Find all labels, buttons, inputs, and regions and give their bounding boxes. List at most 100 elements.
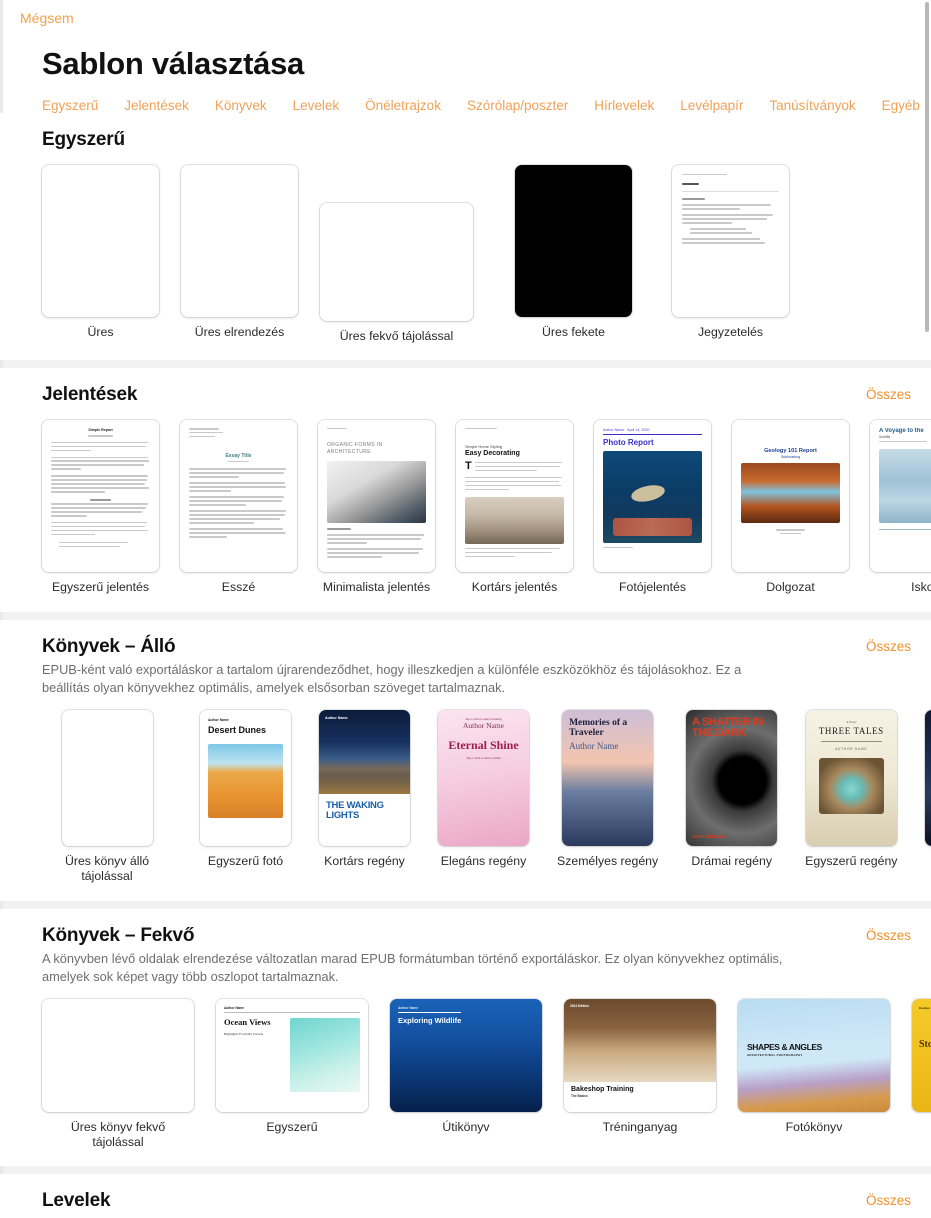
template-item-jegyzeteles[interactable]: Jegyzetelés: [672, 165, 789, 340]
template-label: Üres könyv álló tájolással: [64, 853, 150, 884]
toolbar: Mégsem: [0, 0, 931, 40]
template-thumbnail[interactable]: 2024 Edition Bakeshop Training The Basic…: [564, 998, 716, 1112]
vertical-scrollbar[interactable]: [925, 0, 930, 1218]
tab-hirlevelek[interactable]: Hírlevelek: [594, 98, 654, 113]
cover-author: Author Name: [208, 717, 229, 722]
template-thumbnail[interactable]: Author Name Desert Dunes: [200, 709, 291, 846]
template-thumbnail[interactable]: Tap or click to add a heading Author Nam…: [438, 709, 529, 846]
template-thumbnail[interactable]: SHAPES & ANGLES ARCHITECTURAL PHOTOGRAPH…: [738, 998, 890, 1112]
see-all-button[interactable]: Összes: [866, 384, 911, 402]
template-thumbnail[interactable]: [42, 165, 159, 317]
template-item-treninganyag[interactable]: 2024 Edition Bakeshop Training The Basic…: [564, 998, 716, 1135]
template-thumbnail[interactable]: [672, 165, 789, 317]
template-item-egyszeru-jelentes[interactable]: Simple Report Egyszerű jelentés: [42, 420, 159, 595]
template-thumbnail[interactable]: Author Name Ocean Views Highlights From …: [216, 998, 368, 1112]
section-divider: [0, 360, 931, 369]
template-label: Jegyzetelés: [698, 325, 763, 339]
template-label: Elegáns regény: [440, 853, 527, 868]
see-all-button[interactable]: Összes: [866, 636, 911, 654]
template-item-ures[interactable]: Üres: [42, 165, 159, 340]
template-thumbnail[interactable]: ORGANIC FORMS IN ARCHITECTURE: [318, 420, 435, 573]
template-item-szemelyes-regeny[interactable]: Memories of a Traveler Author Name Szemé…: [557, 709, 658, 869]
cover-title: Photo Report: [603, 438, 654, 448]
cover-title: Simple Report: [88, 428, 113, 433]
section-divider: [0, 900, 931, 909]
cover-author: Author Name: [325, 715, 348, 720]
tab-szorolap-poszter[interactable]: Szórólap/poszter: [467, 98, 568, 113]
see-all-button[interactable]: Összes: [866, 925, 911, 943]
cover-title: Memories of a Traveler: [569, 717, 628, 738]
section-header: Könyvek – Álló Összes: [0, 620, 931, 658]
template-row: Simple Report Egyszerű jelentés Essay Ti…: [0, 406, 931, 611]
template-thumbnail[interactable]: Geology 101 Report Subheading: [732, 420, 849, 573]
template-item-ures-konyv-fekvo[interactable]: Üres könyv fekvő tájolással: [42, 998, 194, 1151]
template-item-essze[interactable]: Essay Title Esszé: [180, 420, 297, 595]
template-label: Üres könyv fekvő tájolással: [70, 1119, 166, 1149]
cover-title: SHAPES & ANGLES: [747, 1041, 822, 1052]
cover-subtitle: The Basics: [571, 1094, 588, 1099]
template-thumbnail[interactable]: [42, 998, 194, 1112]
cancel-button[interactable]: Mégsem: [20, 10, 74, 26]
template-item-ures-fekete[interactable]: Üres fekete: [515, 165, 632, 340]
template-thumbnail[interactable]: Author Name · April 14, 2020 Photo Repor…: [594, 420, 711, 573]
section-konyvek-allo: Könyvek – Álló Összes EPUB-ként való exp…: [0, 619, 931, 901]
cover-author: Author Name: [398, 1005, 419, 1010]
template-item-dramai-regeny[interactable]: A SHATTER IN THE DARK AUTHOR NAME Drámai…: [686, 709, 778, 869]
template-thumbnail[interactable]: [181, 165, 298, 317]
template-item-ures-konyv-allo[interactable]: Üres könyv álló tájolással: [42, 709, 172, 885]
template-item-egyszeru-foto[interactable]: Author Name Desert Dunes Egyszerű fotó: [200, 709, 291, 869]
cover-title: Easy Decorating: [465, 449, 520, 457]
template-thumbnail[interactable]: A SHATTER IN THE DARK AUTHOR NAME: [686, 709, 778, 846]
cover-title: Bakeshop Training: [571, 1086, 634, 1094]
cover-title: A SHATTER IN THE DARK: [692, 715, 764, 739]
tab-levelek[interactable]: Levelek: [293, 98, 340, 113]
tab-konyvek[interactable]: Könyvek: [215, 98, 267, 113]
template-thumbnail[interactable]: Essay Title: [180, 420, 297, 573]
template-item-elegans-regeny[interactable]: Tap or click to add a heading Author Nam…: [438, 709, 529, 869]
tab-jelentesek[interactable]: Jelentések: [124, 98, 189, 113]
template-item-ures-elrendezes[interactable]: Üres elrendezés: [181, 165, 298, 340]
template-item-dolgozat[interactable]: Geology 101 Report Subheading Dolgozat: [732, 420, 849, 595]
template-label: Útikönyv: [442, 1119, 490, 1134]
cover-author: AUTHOR NAME: [835, 746, 868, 751]
template-item-ures-fekvo[interactable]: Üres fekvő tájolással: [320, 203, 473, 344]
template-thumbnail[interactable]: A Voyage to the Subtitle: [870, 420, 931, 573]
template-thumbnail[interactable]: Author Name THE WAKING LIGHTS: [319, 709, 410, 846]
template-item-egyszeru-fekvo[interactable]: Author Name Ocean Views Highlights From …: [216, 998, 368, 1135]
template-item-iskolai[interactable]: A Voyage to the Subtitle Iskolai: [870, 420, 931, 595]
template-item-minimalista-jelentes[interactable]: ORGANIC FORMS IN ARCHITECTURE Minimalist…: [318, 420, 435, 595]
tab-levelpapir[interactable]: Levélpapír: [680, 98, 743, 113]
template-row: Üres Üres elrendezés Üres fekvő tájoláss…: [0, 151, 931, 360]
template-thumbnail[interactable]: Memories of a Traveler Author Name: [562, 709, 654, 846]
section-konyvek-fekvo: Könyvek – Fekvő Összes A könyvben lévő o…: [0, 908, 931, 1167]
page-title: Sablon választása: [42, 46, 304, 81]
template-item-egyszeru-regeny[interactable]: A Novel THREE TALES AUTHOR NAME Egyszerű…: [805, 709, 897, 869]
tab-oneletrajzok[interactable]: Önéletrajzok: [365, 98, 441, 113]
template-row: Üres könyv álló tájolással Author Name D…: [0, 698, 931, 901]
template-thumbnail[interactable]: Simple Report: [42, 420, 159, 573]
template-thumbnail[interactable]: A Novel THREE TALES AUTHOR NAME: [805, 709, 897, 846]
template-thumbnail[interactable]: [320, 203, 473, 321]
scrollbar-thumb[interactable]: [925, 2, 929, 332]
cover-title: Eternal Shine: [448, 737, 519, 752]
template-row: Sender Name Sender Name: [0, 1212, 931, 1218]
template-thumbnail[interactable]: Simple Home Styling Easy Decorating T: [456, 420, 573, 573]
section-description: EPUB-ként való exportáláskor a tartalom …: [42, 661, 742, 696]
tab-egyszeru[interactable]: Egyszerű: [42, 98, 98, 113]
template-item-fotokonyv[interactable]: SHAPES & ANGLES ARCHITECTURAL PHOTOGRAPH…: [738, 998, 890, 1135]
section-divider: [0, 1166, 931, 1175]
template-item-kortars-regeny[interactable]: Author Name THE WAKING LIGHTS Kortárs re…: [319, 709, 410, 869]
tab-tanusitvanyok[interactable]: Tanúsítványok: [769, 98, 855, 113]
cover-title: ORGANIC FORMS IN ARCHITECTURE: [327, 441, 383, 455]
tab-egyeb[interactable]: Egyéb: [882, 98, 920, 113]
template-thumbnail[interactable]: [61, 709, 153, 846]
cover-author: Author Name: [569, 740, 619, 751]
see-all-button[interactable]: Összes: [866, 1190, 911, 1208]
template-thumbnail[interactable]: [515, 165, 632, 317]
template-item-utikonyv[interactable]: Author Name Exploring Wildlife Útikönyv: [390, 998, 542, 1135]
section-egyszeru: Egyszerű Üres Üres elrendezés Üres fekvő…: [0, 113, 931, 361]
template-item-kortars-jelentes[interactable]: Simple Home Styling Easy Decorating T Ko…: [456, 420, 573, 595]
template-label: Fotójelentés: [619, 580, 686, 595]
template-item-fotojelentes[interactable]: Author Name · April 14, 2020 Photo Repor…: [594, 420, 711, 595]
template-thumbnail[interactable]: Author Name Exploring Wildlife: [390, 998, 542, 1112]
